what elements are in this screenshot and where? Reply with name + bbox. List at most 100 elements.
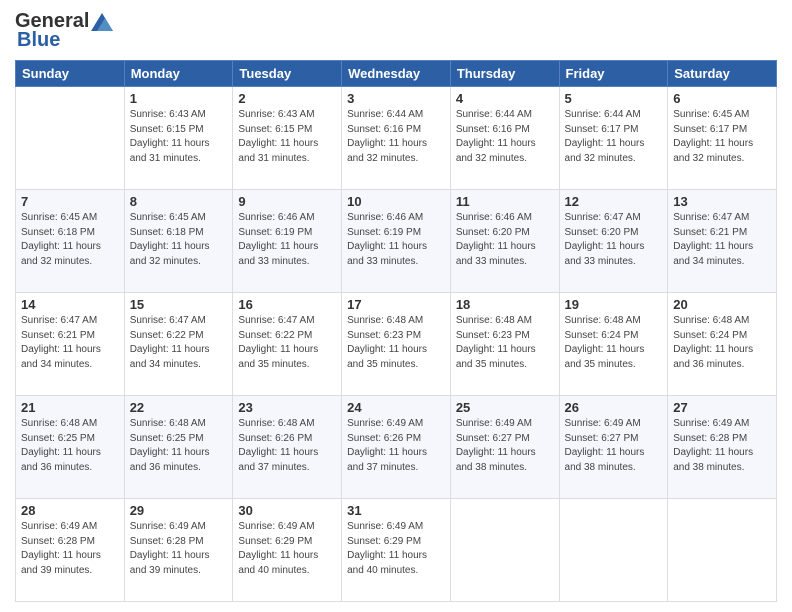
daylight-text: Daylight: 11 hours and 36 minutes. [673, 344, 753, 370]
daylight-text: Daylight: 11 hours and 38 minutes. [673, 447, 753, 473]
daylight-text: Daylight: 11 hours and 33 minutes. [456, 241, 536, 267]
sunrise-text: Sunrise: 6:49 AM [21, 521, 97, 532]
calendar-cell: 1 Sunrise: 6:43 AM Sunset: 6:15 PM Dayli… [124, 87, 233, 190]
day-info: Sunrise: 6:49 AM Sunset: 6:28 PM Dayligh… [21, 520, 119, 578]
sunset-text: Sunset: 6:28 PM [130, 536, 204, 547]
daylight-text: Daylight: 11 hours and 32 minutes. [565, 138, 645, 164]
day-info: Sunrise: 6:49 AM Sunset: 6:29 PM Dayligh… [347, 520, 445, 578]
calendar-cell: 23 Sunrise: 6:48 AM Sunset: 6:26 PM Dayl… [233, 396, 342, 499]
daylight-text: Daylight: 11 hours and 38 minutes. [456, 447, 536, 473]
calendar-cell: 24 Sunrise: 6:49 AM Sunset: 6:26 PM Dayl… [342, 396, 451, 499]
day-number: 18 [456, 297, 554, 312]
day-info: Sunrise: 6:45 AM Sunset: 6:18 PM Dayligh… [21, 211, 119, 269]
calendar-table: SundayMondayTuesdayWednesdayThursdayFrid… [15, 60, 777, 602]
daylight-text: Daylight: 11 hours and 33 minutes. [565, 241, 645, 267]
sunrise-text: Sunrise: 6:48 AM [21, 418, 97, 429]
sunset-text: Sunset: 6:17 PM [565, 124, 639, 135]
sunset-text: Sunset: 6:28 PM [673, 433, 747, 444]
day-info: Sunrise: 6:45 AM Sunset: 6:17 PM Dayligh… [673, 108, 771, 166]
day-number: 2 [238, 91, 336, 106]
calendar-cell: 8 Sunrise: 6:45 AM Sunset: 6:18 PM Dayli… [124, 190, 233, 293]
day-info: Sunrise: 6:49 AM Sunset: 6:28 PM Dayligh… [130, 520, 228, 578]
calendar-cell: 19 Sunrise: 6:48 AM Sunset: 6:24 PM Dayl… [559, 293, 668, 396]
sunrise-text: Sunrise: 6:44 AM [565, 109, 641, 120]
header: General Blue [15, 10, 777, 52]
sunset-text: Sunset: 6:15 PM [130, 124, 204, 135]
weekday-header-monday: Monday [124, 61, 233, 87]
sunrise-text: Sunrise: 6:44 AM [456, 109, 532, 120]
sunset-text: Sunset: 6:15 PM [238, 124, 312, 135]
day-number: 29 [130, 503, 228, 518]
day-info: Sunrise: 6:48 AM Sunset: 6:25 PM Dayligh… [21, 417, 119, 475]
sunrise-text: Sunrise: 6:46 AM [347, 212, 423, 223]
weekday-header-tuesday: Tuesday [233, 61, 342, 87]
day-info: Sunrise: 6:43 AM Sunset: 6:15 PM Dayligh… [130, 108, 228, 166]
sunrise-text: Sunrise: 6:47 AM [21, 315, 97, 326]
day-number: 7 [21, 194, 119, 209]
daylight-text: Daylight: 11 hours and 32 minutes. [130, 241, 210, 267]
sunset-text: Sunset: 6:25 PM [130, 433, 204, 444]
day-info: Sunrise: 6:44 AM Sunset: 6:17 PM Dayligh… [565, 108, 663, 166]
daylight-text: Daylight: 11 hours and 32 minutes. [456, 138, 536, 164]
sunrise-text: Sunrise: 6:47 AM [238, 315, 314, 326]
day-number: 6 [673, 91, 771, 106]
calendar-cell: 14 Sunrise: 6:47 AM Sunset: 6:21 PM Dayl… [16, 293, 125, 396]
day-info: Sunrise: 6:48 AM Sunset: 6:23 PM Dayligh… [456, 314, 554, 372]
sunset-text: Sunset: 6:21 PM [673, 227, 747, 238]
day-number: 1 [130, 91, 228, 106]
calendar-week-1: 1 Sunrise: 6:43 AM Sunset: 6:15 PM Dayli… [16, 87, 777, 190]
day-number: 8 [130, 194, 228, 209]
calendar-cell [450, 499, 559, 602]
calendar-cell: 11 Sunrise: 6:46 AM Sunset: 6:20 PM Dayl… [450, 190, 559, 293]
weekday-header-thursday: Thursday [450, 61, 559, 87]
day-number: 9 [238, 194, 336, 209]
sunset-text: Sunset: 6:22 PM [130, 330, 204, 341]
calendar-cell: 29 Sunrise: 6:49 AM Sunset: 6:28 PM Dayl… [124, 499, 233, 602]
calendar-cell: 16 Sunrise: 6:47 AM Sunset: 6:22 PM Dayl… [233, 293, 342, 396]
calendar-week-5: 28 Sunrise: 6:49 AM Sunset: 6:28 PM Dayl… [16, 499, 777, 602]
sunrise-text: Sunrise: 6:49 AM [347, 521, 423, 532]
daylight-text: Daylight: 11 hours and 38 minutes. [565, 447, 645, 473]
sunrise-text: Sunrise: 6:44 AM [347, 109, 423, 120]
sunset-text: Sunset: 6:18 PM [130, 227, 204, 238]
sunset-text: Sunset: 6:23 PM [347, 330, 421, 341]
day-number: 11 [456, 194, 554, 209]
day-number: 27 [673, 400, 771, 415]
day-info: Sunrise: 6:47 AM Sunset: 6:21 PM Dayligh… [673, 211, 771, 269]
day-info: Sunrise: 6:46 AM Sunset: 6:20 PM Dayligh… [456, 211, 554, 269]
sunrise-text: Sunrise: 6:48 AM [347, 315, 423, 326]
sunrise-text: Sunrise: 6:48 AM [456, 315, 532, 326]
calendar-cell: 17 Sunrise: 6:48 AM Sunset: 6:23 PM Dayl… [342, 293, 451, 396]
sunset-text: Sunset: 6:26 PM [238, 433, 312, 444]
weekday-header-saturday: Saturday [668, 61, 777, 87]
calendar-cell: 30 Sunrise: 6:49 AM Sunset: 6:29 PM Dayl… [233, 499, 342, 602]
day-info: Sunrise: 6:48 AM Sunset: 6:23 PM Dayligh… [347, 314, 445, 372]
day-number: 21 [21, 400, 119, 415]
daylight-text: Daylight: 11 hours and 36 minutes. [130, 447, 210, 473]
calendar-cell: 10 Sunrise: 6:46 AM Sunset: 6:19 PM Dayl… [342, 190, 451, 293]
daylight-text: Daylight: 11 hours and 39 minutes. [130, 550, 210, 576]
sunrise-text: Sunrise: 6:46 AM [238, 212, 314, 223]
day-number: 30 [238, 503, 336, 518]
sunset-text: Sunset: 6:21 PM [21, 330, 95, 341]
day-info: Sunrise: 6:47 AM Sunset: 6:20 PM Dayligh… [565, 211, 663, 269]
calendar-cell: 31 Sunrise: 6:49 AM Sunset: 6:29 PM Dayl… [342, 499, 451, 602]
daylight-text: Daylight: 11 hours and 39 minutes. [21, 550, 101, 576]
day-info: Sunrise: 6:49 AM Sunset: 6:27 PM Dayligh… [456, 417, 554, 475]
day-number: 24 [347, 400, 445, 415]
calendar-cell: 28 Sunrise: 6:49 AM Sunset: 6:28 PM Dayl… [16, 499, 125, 602]
sunrise-text: Sunrise: 6:48 AM [673, 315, 749, 326]
calendar-cell: 5 Sunrise: 6:44 AM Sunset: 6:17 PM Dayli… [559, 87, 668, 190]
day-number: 4 [456, 91, 554, 106]
day-number: 19 [565, 297, 663, 312]
day-info: Sunrise: 6:43 AM Sunset: 6:15 PM Dayligh… [238, 108, 336, 166]
day-info: Sunrise: 6:47 AM Sunset: 6:21 PM Dayligh… [21, 314, 119, 372]
calendar-cell: 26 Sunrise: 6:49 AM Sunset: 6:27 PM Dayl… [559, 396, 668, 499]
sunset-text: Sunset: 6:19 PM [347, 227, 421, 238]
day-info: Sunrise: 6:47 AM Sunset: 6:22 PM Dayligh… [238, 314, 336, 372]
calendar-cell: 22 Sunrise: 6:48 AM Sunset: 6:25 PM Dayl… [124, 396, 233, 499]
calendar-cell: 7 Sunrise: 6:45 AM Sunset: 6:18 PM Dayli… [16, 190, 125, 293]
day-info: Sunrise: 6:48 AM Sunset: 6:25 PM Dayligh… [130, 417, 228, 475]
weekday-header-wednesday: Wednesday [342, 61, 451, 87]
daylight-text: Daylight: 11 hours and 31 minutes. [130, 138, 210, 164]
